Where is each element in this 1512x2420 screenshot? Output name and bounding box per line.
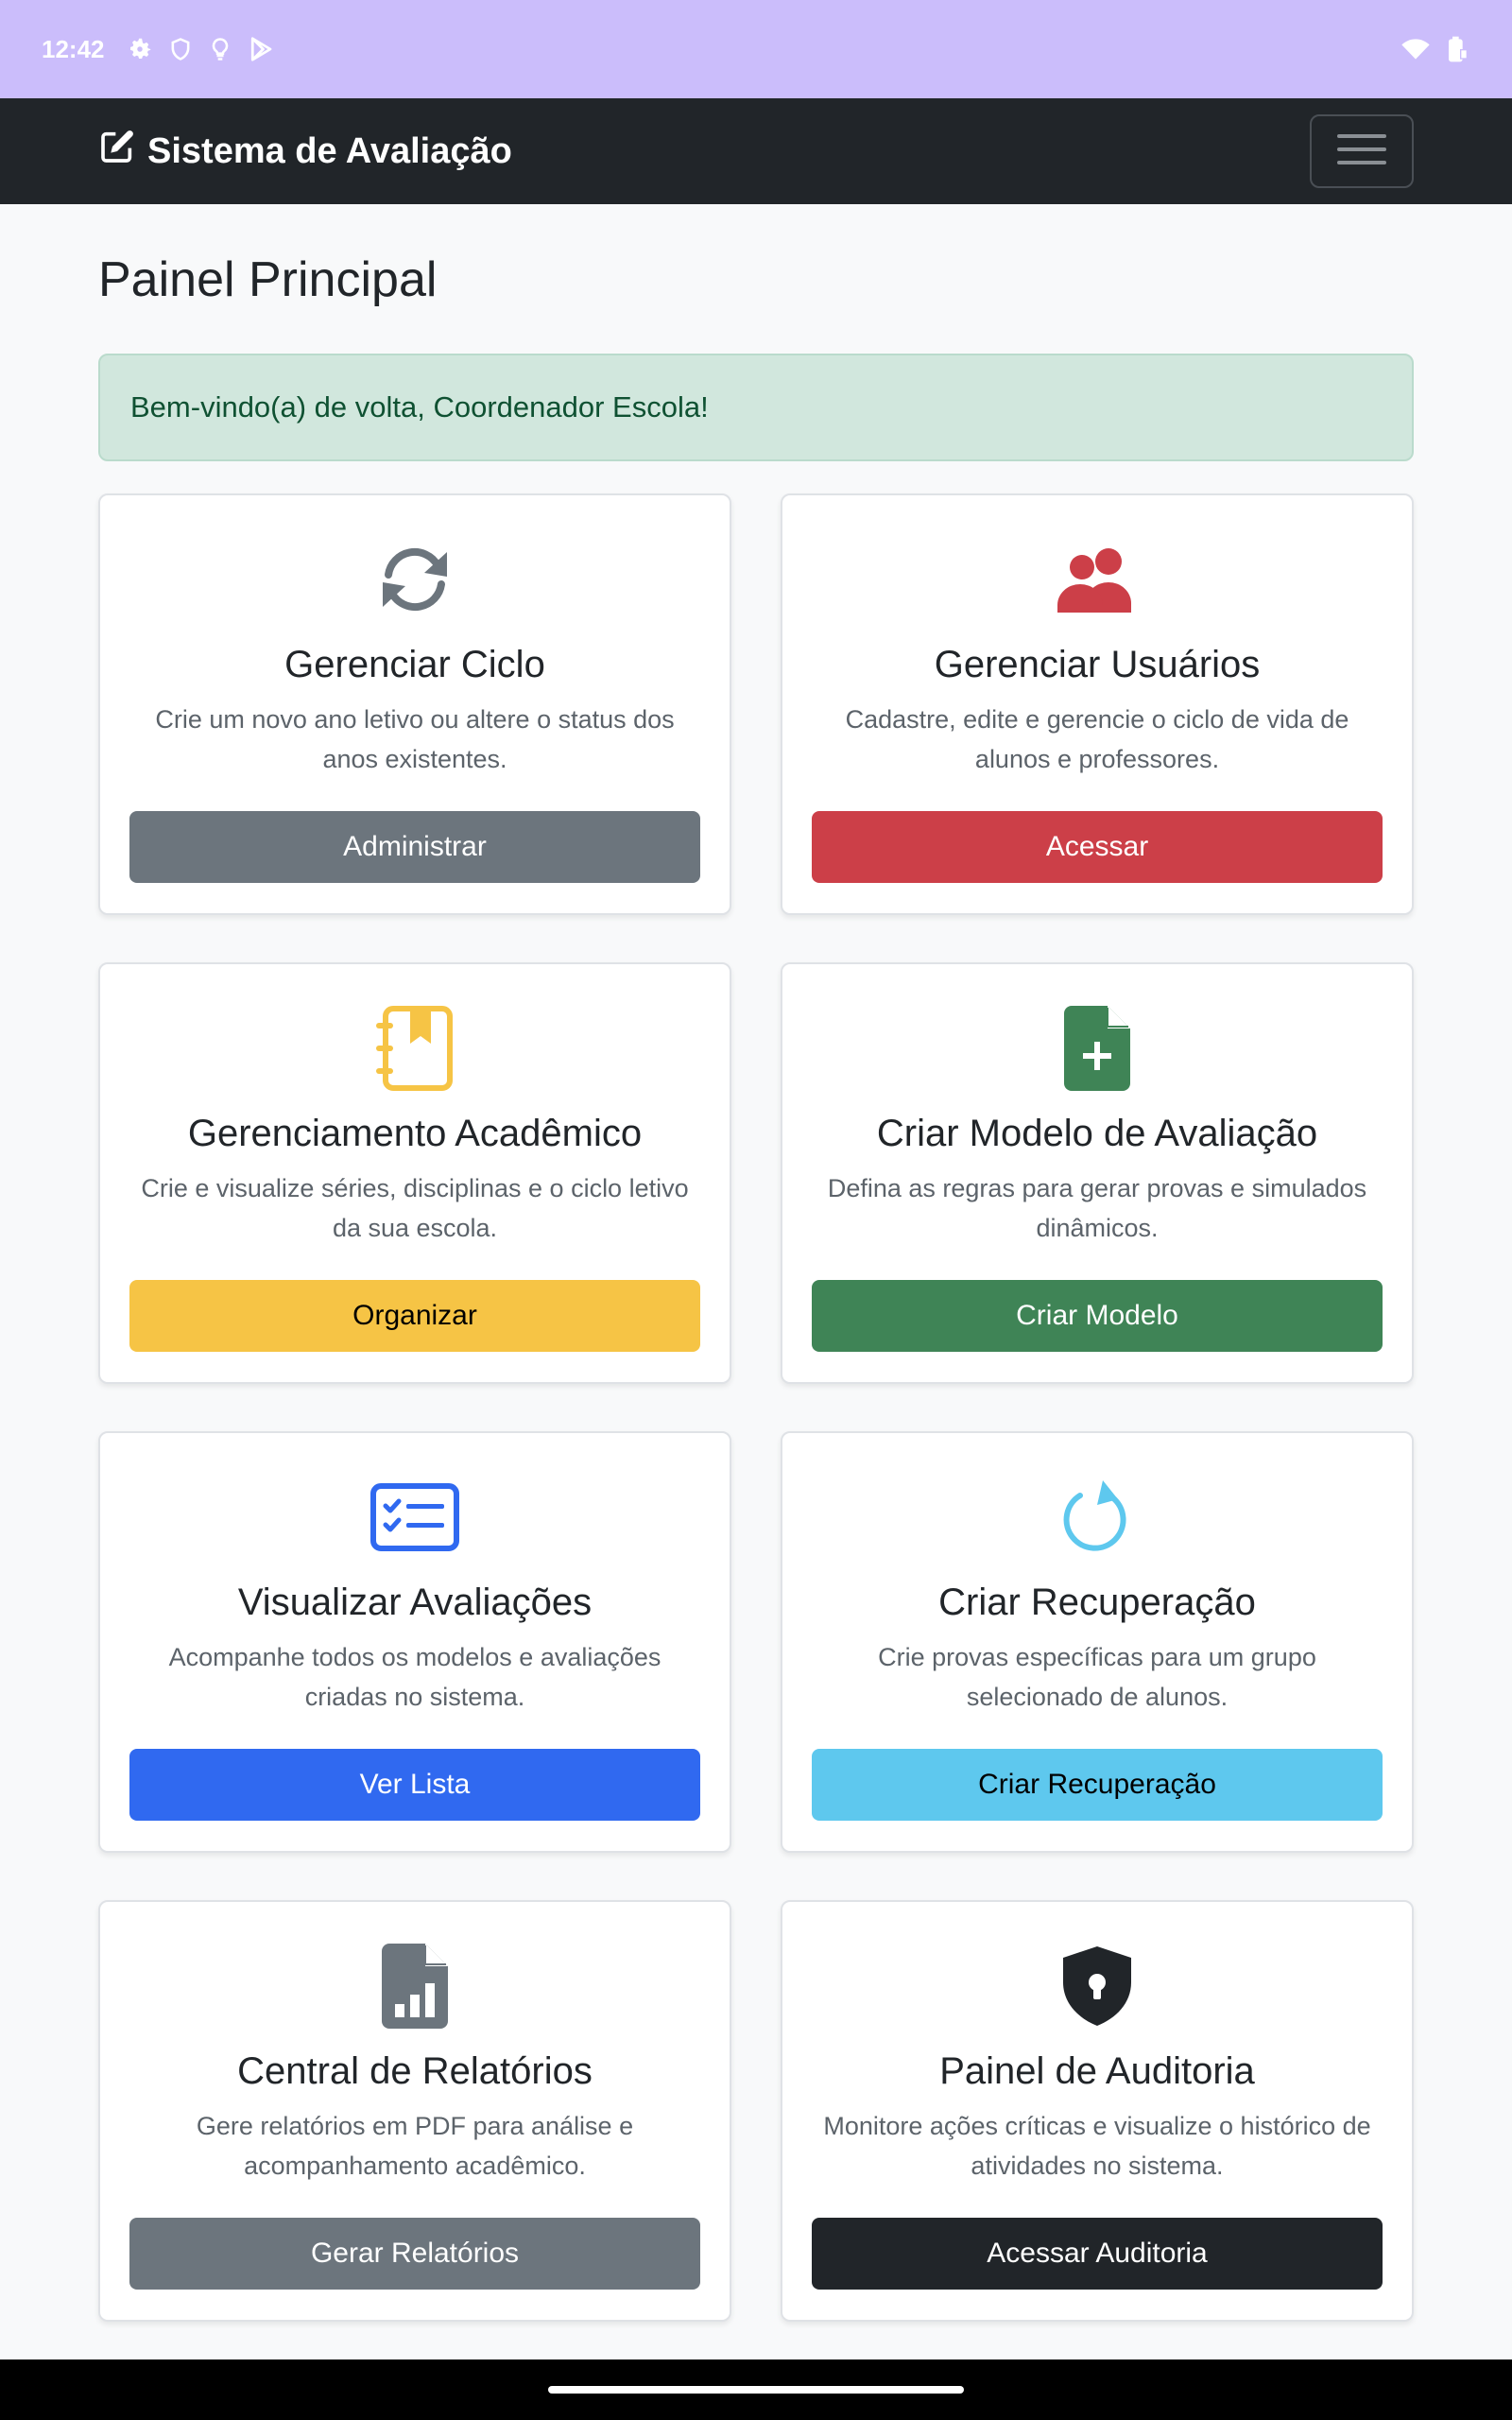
lightbulb-icon [207, 35, 233, 63]
status-time: 12:42 [42, 34, 105, 63]
wifi-icon [1400, 36, 1431, 62]
card-description: Acompanhe todos os modelos e avaliações … [168, 1643, 662, 1711]
dashboard-grid: Gerenciar Ciclo Crie um novo ano letivo … [98, 493, 1414, 2322]
acessar-button[interactable]: Acessar [812, 811, 1383, 883]
status-left-icons [126, 35, 275, 63]
users-icon [1054, 537, 1141, 622]
card-gerenciar-usuarios: Gerenciar Usuários Cadastre, edite e ger… [781, 493, 1414, 915]
redo-icon [1061, 1475, 1133, 1560]
navbar: Sistema de Avaliação [0, 98, 1512, 204]
card-description: Cadastre, edite e gerencie o ciclo de vi… [845, 705, 1349, 773]
card-description: Crie provas específicas para um grupo se… [878, 1643, 1316, 1711]
card-title: Visualizar Avaliações [237, 1582, 593, 1623]
checklist-icon [370, 1475, 459, 1560]
criar-recuperacao-button[interactable]: Criar Recuperação [812, 1749, 1383, 1821]
brand-title: Sistema de Avaliação [147, 130, 512, 171]
card-visualizar-avaliacoes: Visualizar Avaliações Acompanhe todos os… [98, 1431, 731, 1853]
card-central-relatorios: Central de Relatórios Gere relatórios em… [98, 1900, 731, 2322]
acessar-auditoria-button[interactable]: Acessar Auditoria [812, 2218, 1383, 2290]
page-title: Painel Principal [98, 252, 438, 307]
edit-square-icon [98, 128, 136, 175]
card-title: Gerenciar Ciclo [284, 644, 545, 685]
hamburger-icon [1337, 130, 1386, 173]
status-right-icons [1400, 34, 1470, 64]
card-description: Defina as regras para gerar provas e sim… [827, 1174, 1367, 1242]
card-title: Painel de Auditoria [939, 2050, 1255, 2092]
sync-icon [371, 537, 458, 622]
shield-lock-icon [1059, 1944, 1135, 2029]
card-title: Gerenciar Usuários [934, 644, 1261, 685]
administrar-button[interactable]: Administrar [129, 811, 700, 883]
card-gerenciar-ciclo: Gerenciar Ciclo Crie um novo ano letivo … [98, 493, 731, 915]
card-title: Central de Relatórios [237, 2050, 593, 2092]
card-description: Crie um novo ano letivo ou altere o stat… [155, 705, 675, 773]
card-title: Criar Recuperação [938, 1582, 1256, 1623]
card-title: Criar Modelo de Avaliação [876, 1113, 1318, 1154]
welcome-alert: Bem-vindo(a) de volta, Coordenador Escol… [98, 354, 1414, 461]
status-bar: 12:42 [0, 0, 1512, 98]
card-criar-modelo-avaliacao: Criar Modelo de Avaliação Defina as regr… [781, 962, 1414, 1384]
card-gerenciamento-academico: Gerenciamento Acadêmico Crie e visualize… [98, 962, 731, 1384]
criar-modelo-button[interactable]: Criar Modelo [812, 1280, 1383, 1352]
card-description: Gere relatórios em PDF para análise e ac… [196, 2112, 634, 2180]
play-store-icon [247, 35, 275, 63]
gerar-relatorios-button[interactable]: Gerar Relatórios [129, 2218, 700, 2290]
ver-lista-button[interactable]: Ver Lista [129, 1749, 700, 1821]
shield-icon [167, 35, 194, 63]
gear-icon [126, 35, 154, 63]
card-painel-auditoria: Painel de Auditoria Monitore ações críti… [781, 1900, 1414, 2322]
journal-bookmark-icon [374, 1006, 455, 1091]
card-criar-recuperacao: Criar Recuperação Crie provas específica… [781, 1431, 1414, 1853]
file-plus-icon [1064, 1006, 1130, 1091]
main-content: Painel Principal Bem-vindo(a) de volta, … [98, 204, 1414, 2322]
card-description: Monitore ações críticas e visualize o hi… [823, 2112, 1371, 2180]
file-chart-icon [382, 1944, 448, 2029]
gesture-bar [0, 2360, 1512, 2420]
navbar-toggler-button[interactable] [1310, 114, 1414, 188]
card-description: Crie e visualize séries, disciplinas e o… [141, 1174, 689, 1242]
navbar-brand[interactable]: Sistema de Avaliação [98, 128, 512, 175]
card-title: Gerenciamento Acadêmico [187, 1113, 643, 1154]
battery-icon [1442, 34, 1470, 64]
welcome-message: Bem-vindo(a) de volta, Coordenador Escol… [130, 390, 709, 424]
organizar-button[interactable]: Organizar [129, 1280, 700, 1352]
home-indicator[interactable] [548, 2386, 964, 2394]
